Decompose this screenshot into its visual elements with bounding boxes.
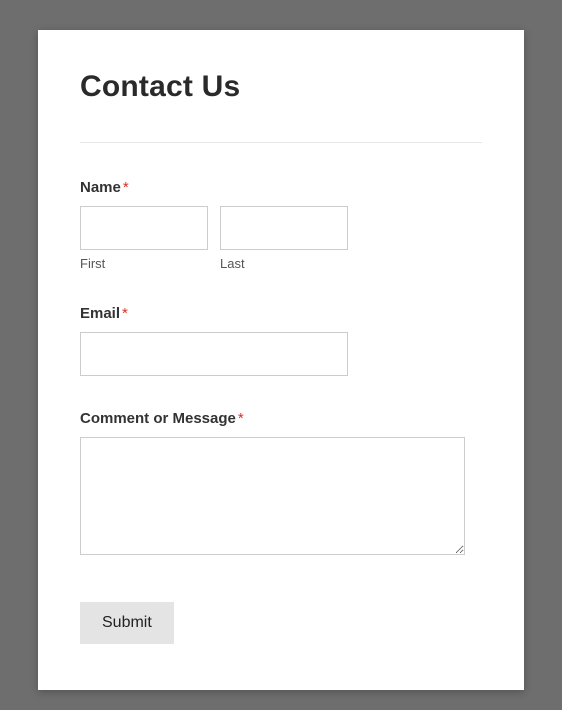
page-title: Contact Us (80, 70, 482, 104)
required-mark: * (238, 410, 244, 427)
message-field: Comment or Message* (80, 410, 482, 560)
first-name-input[interactable] (80, 206, 208, 250)
first-name-sublabel: First (80, 256, 208, 271)
email-input[interactable] (80, 332, 348, 376)
message-textarea[interactable] (80, 437, 465, 555)
message-label-text: Comment or Message (80, 410, 236, 427)
required-mark: * (123, 179, 129, 196)
name-row: First Last (80, 206, 482, 271)
last-name-sublabel: Last (220, 256, 348, 271)
contact-form-card: Contact Us Name* First Last Email* Comme… (38, 30, 524, 690)
first-name-col: First (80, 206, 208, 271)
required-mark: * (122, 305, 128, 322)
last-name-input[interactable] (220, 206, 348, 250)
email-label: Email* (80, 305, 482, 322)
message-label: Comment or Message* (80, 410, 482, 427)
email-label-text: Email (80, 305, 120, 322)
submit-button[interactable]: Submit (80, 602, 174, 644)
last-name-col: Last (220, 206, 348, 271)
name-field: Name* First Last (80, 179, 482, 271)
name-label: Name* (80, 179, 482, 196)
divider (80, 142, 482, 143)
email-field: Email* (80, 305, 482, 376)
name-label-text: Name (80, 179, 121, 196)
